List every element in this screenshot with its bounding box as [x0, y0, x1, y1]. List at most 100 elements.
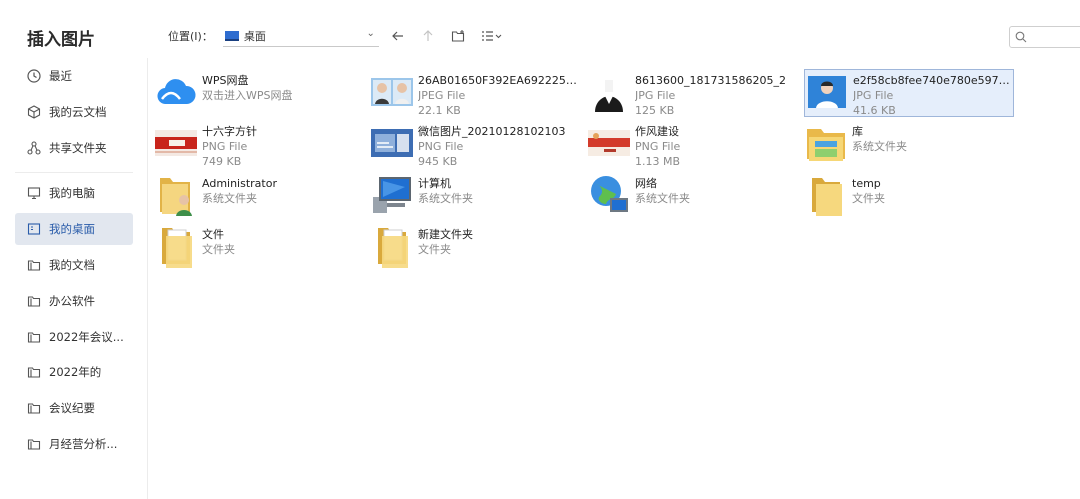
toolbar: 位置(I)： 桌面 ⌄: [168, 25, 507, 47]
cloud-icon: [154, 70, 198, 114]
location-label: 位置(I)：: [168, 30, 213, 43]
file-name: e2f58cb8fee740e780e59727c...: [853, 74, 1013, 87]
file-size: 22.1 KB: [418, 104, 461, 117]
sidebar-item-label: 办公软件: [49, 294, 95, 308]
folder-outline-icon: [27, 258, 41, 272]
file-name: 微信图片_20210128102103: [418, 125, 566, 138]
sidebar-item-shared-folders[interactable]: 共享文件夹: [15, 132, 133, 164]
sidebar-item-office-software[interactable]: 办公软件: [15, 285, 133, 317]
sidebar-item-my-desktop[interactable]: 我的桌面: [15, 213, 133, 245]
file-size: 1.13 MB: [635, 155, 681, 168]
file-name: 计算机: [418, 177, 451, 190]
file-item[interactable]: 新建文件夹 文件夹: [370, 224, 580, 270]
sidebar-item-cloud-docs[interactable]: 我的云文档: [15, 96, 133, 128]
file-type: 系统文件夹: [852, 140, 907, 153]
file-item[interactable]: 计算机 系统文件夹: [370, 173, 580, 219]
file-type: PNG File: [202, 140, 248, 153]
file-type: 文件夹: [418, 243, 451, 256]
file-item-selected[interactable]: e2f58cb8fee740e780e59727c... JPG File 41.6…: [804, 69, 1014, 117]
file-size: 749 KB: [202, 155, 242, 168]
file-name: 8613600_181731586205_2: [635, 74, 786, 87]
file-type: PNG File: [635, 140, 681, 153]
photo-thumb: [370, 121, 414, 165]
new-folder-button[interactable]: [447, 25, 469, 47]
banner-thumb: [154, 121, 198, 165]
file-name: WPS网盘: [202, 74, 249, 87]
sidebar-item-2022[interactable]: 2022年的: [15, 356, 133, 388]
banner-thumb: [587, 121, 631, 165]
sidebar: 最近 我的云文档 共享文件夹 我的电脑 我的桌面 我的文档 办公软件 2022年…: [0, 58, 148, 499]
file-item[interactable]: 作风建设 PNG File 1.13 MB: [587, 121, 797, 168]
back-button[interactable]: [387, 25, 409, 47]
file-name: 作风建设: [635, 125, 679, 138]
sidebar-item-recent[interactable]: 最近: [15, 60, 133, 92]
monitor-icon: [27, 186, 41, 200]
file-name: 文件: [202, 228, 224, 241]
file-name: 十六字方针: [202, 125, 257, 138]
cube-icon: [27, 105, 41, 119]
folder-outline-icon: [27, 294, 41, 308]
computer-icon: [370, 173, 414, 217]
sidebar-item-label: 最近: [49, 69, 72, 83]
file-name: 26AB01650F392EA692225EB...: [418, 74, 580, 87]
file-type: 双击进入WPS网盘: [202, 89, 293, 102]
desktop-icon: [27, 222, 41, 236]
file-name: 库: [852, 125, 863, 138]
folder-outline-icon: [27, 330, 41, 344]
file-name: Administrator: [202, 177, 277, 190]
sidebar-item-my-computer[interactable]: 我的电脑: [15, 177, 133, 209]
location-select[interactable]: 桌面 ⌄: [222, 25, 379, 47]
sidebar-item-label: 共享文件夹: [49, 141, 107, 155]
file-name: temp: [852, 177, 881, 190]
clock-icon: [27, 69, 41, 83]
photo-thumb: [805, 70, 849, 114]
search-icon: [1015, 28, 1027, 47]
file-item[interactable]: Administrator 系统文件夹: [154, 173, 364, 219]
file-size: 41.6 KB: [853, 104, 896, 117]
sidebar-item-label: 2022年的: [49, 365, 102, 379]
user-folder-icon: [154, 173, 198, 217]
sidebar-item-my-documents[interactable]: 我的文档: [15, 249, 133, 281]
photo-thumb: [370, 70, 414, 114]
file-name: 新建文件夹: [418, 228, 473, 241]
folder-icon: [804, 173, 848, 217]
sidebar-item-label: 我的桌面: [49, 222, 95, 236]
chevron-down-icon: ⌄: [366, 28, 375, 39]
file-size: 945 KB: [418, 155, 458, 168]
folder-outline-icon: [27, 401, 41, 415]
file-item[interactable]: 8613600_181731586205_2 JPG File 125 KB: [587, 70, 797, 117]
file-type: 文件夹: [202, 243, 235, 256]
sidebar-item-label: 月经营分析...: [49, 437, 118, 451]
up-button[interactable]: [417, 25, 439, 47]
sidebar-item-meeting-minutes[interactable]: 会议纪要: [15, 392, 133, 424]
search-input[interactable]: [1009, 26, 1080, 48]
file-name: 网络: [635, 177, 657, 190]
file-item[interactable]: 网络 系统文件夹: [587, 173, 797, 219]
sidebar-item-label: 我的电脑: [49, 186, 95, 200]
file-item[interactable]: 26AB01650F392EA692225EB... JPEG File 22.1 …: [370, 70, 580, 117]
folder-icon: [370, 224, 414, 268]
file-item[interactable]: temp 文件夹: [804, 173, 1014, 219]
file-type: JPG File: [635, 89, 676, 102]
file-size: 125 KB: [635, 104, 675, 117]
file-item[interactable]: 文件 文件夹: [154, 224, 364, 270]
file-type: 文件夹: [852, 192, 885, 205]
network-globe-icon: [587, 173, 631, 217]
file-item[interactable]: 十六字方针 PNG File 749 KB: [154, 121, 364, 168]
file-type: PNG File: [418, 140, 464, 153]
sidebar-item-label: 我的云文档: [49, 105, 107, 119]
file-type: 系统文件夹: [202, 192, 257, 205]
sidebar-item-monthly-analysis[interactable]: 月经营分析...: [15, 428, 133, 460]
sidebar-item-label: 2022年会议...: [49, 330, 124, 344]
file-item[interactable]: WPS网盘双击进入WPS网盘: [154, 70, 364, 116]
library-folder-icon: [804, 121, 848, 165]
view-mode-button[interactable]: [477, 25, 507, 47]
file-item[interactable]: 库系统文件夹: [804, 121, 1014, 167]
photo-thumb: [587, 70, 631, 114]
file-type: 系统文件夹: [418, 192, 473, 205]
sidebar-item-2022-meeting[interactable]: 2022年会议...: [15, 321, 133, 353]
folder-outline-icon: [27, 437, 41, 451]
file-type: JPEG File: [418, 89, 466, 102]
file-item[interactable]: 微信图片_20210128102103 PNG File 945 KB: [370, 121, 580, 168]
file-type: 系统文件夹: [635, 192, 690, 205]
